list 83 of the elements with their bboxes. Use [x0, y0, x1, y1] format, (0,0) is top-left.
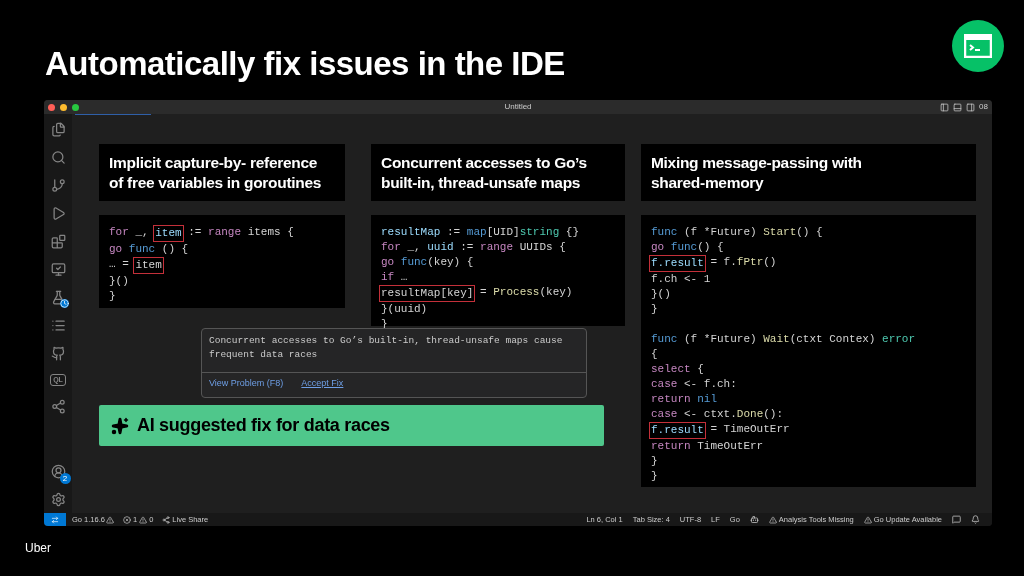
code-text: for: [109, 225, 129, 240]
account-icon[interactable]: [50, 464, 66, 479]
code-text: Process: [493, 285, 540, 300]
maximize-button[interactable]: [72, 103, 79, 111]
code-text: fPtr: [736, 255, 764, 270]
hover-link[interactable]: Accept Fix: [301, 377, 344, 391]
code-text: … =: [109, 257, 130, 272]
code-line: f.ch <- 1: [651, 272, 711, 287]
remote-button[interactable]: [44, 513, 66, 526]
code-line: case <- f.ch:: [651, 377, 737, 392]
code-line: if …: [381, 270, 408, 285]
github-icon[interactable]: [50, 346, 66, 361]
code-line: for _, uuid := range UUIDs {: [381, 240, 566, 255]
remote-icon[interactable]: [51, 515, 59, 524]
code-line: go func () {: [109, 242, 189, 257]
monitor-icon[interactable]: [50, 262, 66, 277]
code-line: case <- ctxt.Done():: [651, 407, 784, 422]
code-line: func (f *Future) Start() {: [651, 225, 823, 240]
flagged-code: item: [153, 225, 184, 242]
list-icon[interactable]: [50, 318, 66, 333]
brand-label: Uber: [25, 540, 52, 557]
code-line: }: [651, 302, 658, 317]
code-line: }: [651, 469, 658, 484]
clock-icon: [59, 299, 69, 308]
code-text: :=: [187, 225, 203, 240]
run-icon[interactable]: [50, 206, 66, 221]
panel-left-icon[interactable]: [940, 102, 950, 112]
terminal-icon: [952, 20, 1004, 72]
robot-icon[interactable]: [749, 515, 759, 524]
hover-link[interactable]: View Problem (F8): [209, 377, 284, 391]
files-icon[interactable]: [50, 122, 66, 137]
code-line: }(uuid): [381, 302, 428, 317]
card-title: Implicit capture-by- reference of free variables in goroutines: [99, 144, 345, 201]
card-title: Concurrent accesses to Go’s built-in, thread-unsafe maps: [371, 144, 625, 201]
code-line: go func(key) {: [381, 255, 474, 270]
flagged-code: resultMap[key]: [379, 285, 476, 302]
warning-icon[interactable]: [768, 515, 777, 524]
slide-title: Automatically fix issues in the IDE: [45, 44, 565, 84]
code-line: {: [651, 347, 658, 362]
settings-icon[interactable]: [50, 492, 66, 507]
feedback-icon[interactable]: [952, 515, 961, 524]
panel-right-icon[interactable]: [966, 102, 976, 112]
warning-icon[interactable]: [863, 515, 872, 524]
code-text: _,: [134, 225, 150, 240]
code-text: items {: [246, 225, 294, 240]
code-line: func (f *Future) Wait(ctxt Contex) error: [651, 332, 916, 347]
code-line: }(): [109, 274, 129, 289]
flagged-code: f.result: [649, 255, 706, 272]
minimize-button[interactable]: [60, 103, 67, 111]
banner-text: AI suggested fix for data races: [137, 414, 390, 437]
code-line: }: [109, 289, 116, 304]
code-text: (): [763, 255, 777, 270]
hover-message: Concurrent accesses to Go’s built-in, thread-unsafe maps cause frequent data races: [208, 334, 564, 362]
flagged-code: item: [133, 257, 164, 274]
error-icon[interactable]: [122, 515, 131, 524]
warning-icon[interactable]: [139, 515, 148, 524]
bell-icon[interactable]: [971, 515, 980, 524]
code-text: = f.: [709, 255, 737, 270]
close-button[interactable]: [48, 103, 55, 111]
code-text: range: [208, 225, 242, 240]
card-title: Mixing message-passing with shared-memory: [641, 144, 976, 201]
search-icon[interactable]: [50, 150, 66, 165]
code-line: return TimeOutErr: [651, 439, 764, 454]
code-line: return nil: [651, 392, 717, 407]
code-text: (key): [539, 285, 573, 300]
share-icon[interactable]: [162, 515, 171, 524]
code-line: go func() {: [651, 240, 724, 255]
sparkle-icon: [111, 416, 129, 435]
branch-icon[interactable]: [50, 178, 66, 193]
warning-icon[interactable]: [105, 515, 114, 524]
panel-bottom-icon[interactable]: [953, 102, 963, 112]
share-icon[interactable]: [50, 399, 66, 414]
code-line: }: [651, 454, 658, 469]
code-line: select {: [651, 362, 704, 377]
extensions-icon[interactable]: [50, 234, 66, 249]
code-text: = TimeOutErr: [709, 422, 790, 437]
code-line: }(): [651, 287, 671, 302]
layout-label[interactable]: 08: [979, 101, 988, 113]
notification-badge: 2: [59, 473, 71, 484]
code-line: resultMap := map[UID]string {}: [381, 225, 580, 240]
flagged-code: f.result: [649, 422, 706, 439]
window-title: Untitled: [504, 101, 532, 113]
code-text: =: [479, 285, 488, 300]
